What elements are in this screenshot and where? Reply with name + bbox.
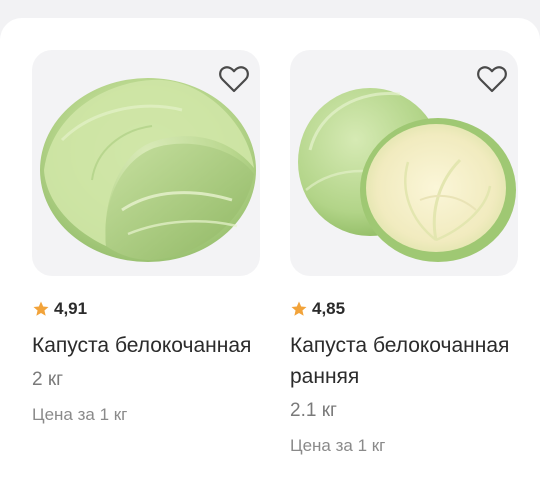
rating-value: 4,91 [54,299,88,318]
product-weight: 2.1 кг [290,400,337,421]
product-rating: 4,91 [32,298,260,320]
star-icon [33,301,49,316]
product-image[interactable] [290,50,518,276]
heart-outline-icon[interactable] [218,64,250,94]
product-list-sheet: 4,91 Капуста белокочанная 2 кг Цена за 1… [0,18,540,500]
heart-outline-icon[interactable] [476,64,508,94]
price-per-unit-note: Цена за 1 кг [32,405,128,424]
star-icon [291,301,307,316]
product-image[interactable] [32,50,260,276]
price-per-unit-note: Цена за 1 кг [290,436,386,455]
product-weight: 2 кг [32,369,64,390]
product-title[interactable]: Капуста белокочанная [32,330,260,361]
product-rating: 4,85 [290,298,518,320]
product-title[interactable]: Капуста белокочанная ранняя [290,330,518,392]
product-card[interactable]: 4,91 Капуста белокочанная 2 кг Цена за 1… [32,50,260,425]
rating-value: 4,85 [312,299,346,318]
product-card[interactable]: 4,85 Капуста белокочанная ранняя 2.1 кг … [290,50,518,456]
